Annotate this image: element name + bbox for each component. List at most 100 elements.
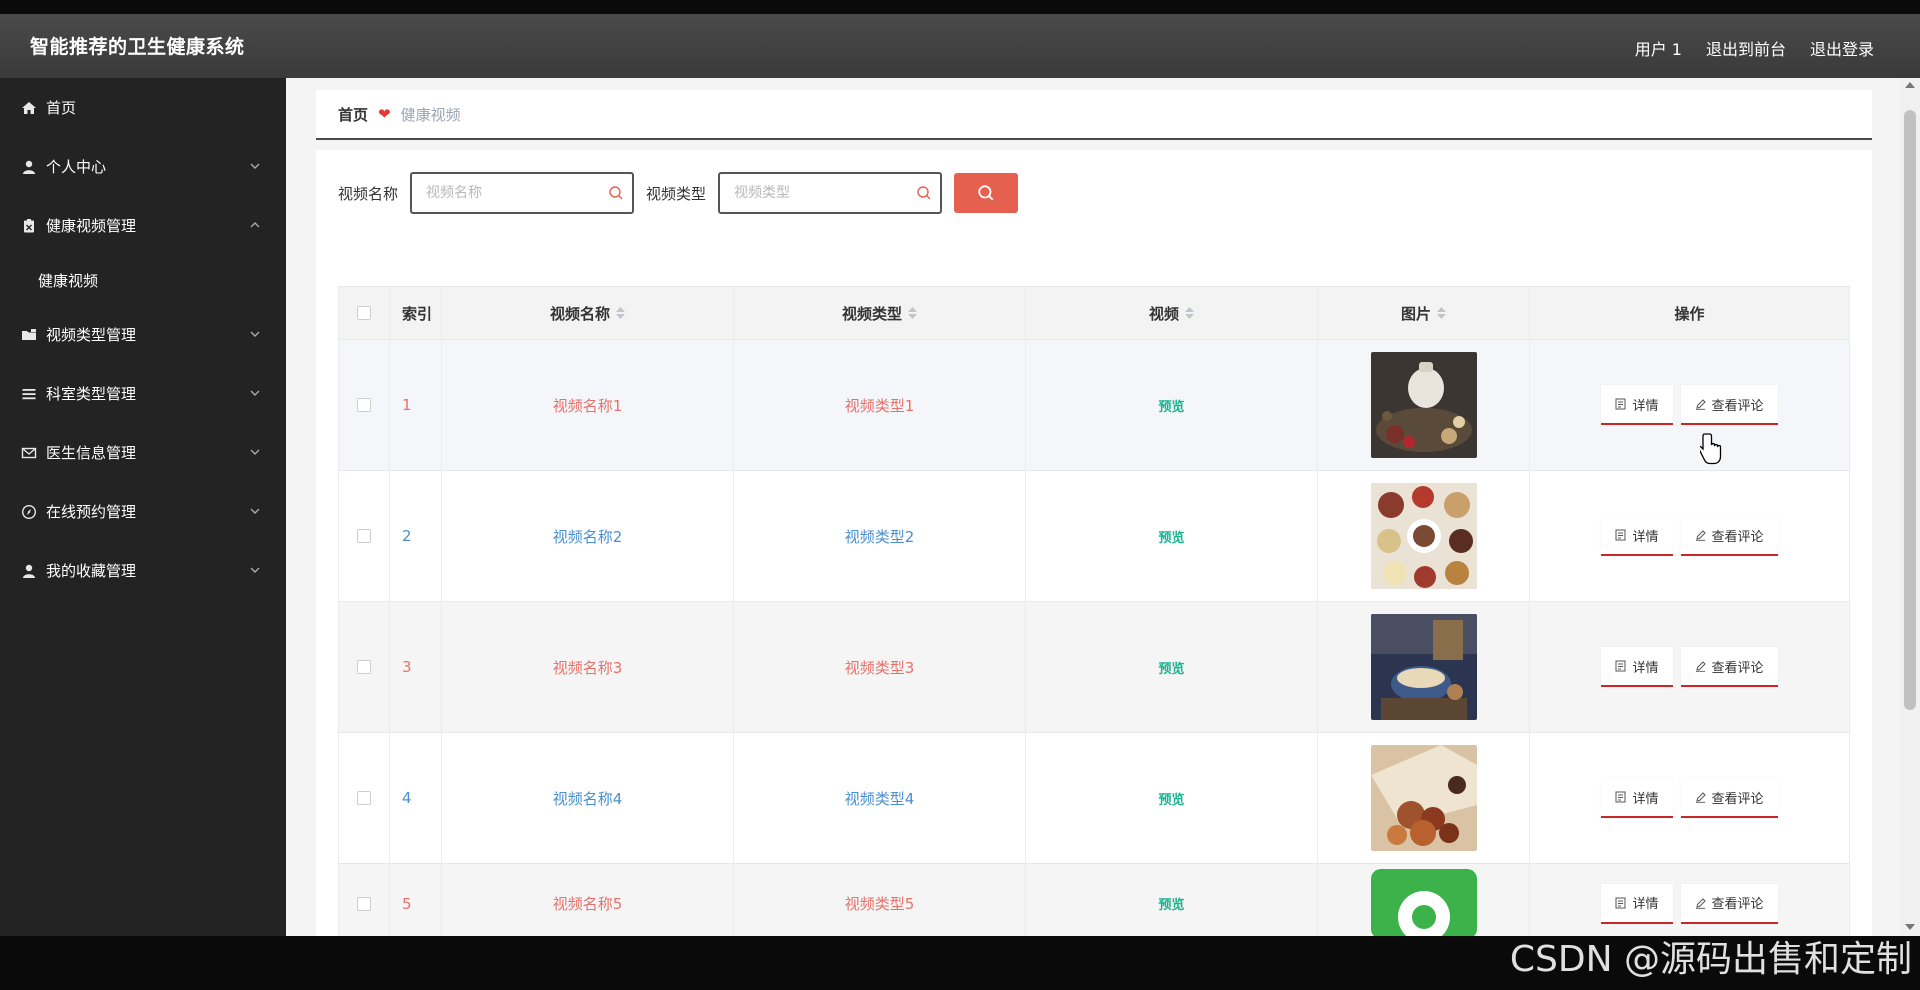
view-comments-button[interactable]: 查看评论 (1680, 385, 1778, 425)
search-icon (978, 185, 994, 201)
header-label: 视频 (1148, 304, 1179, 323)
row-checkbox[interactable] (357, 896, 371, 911)
video-type-search-box (718, 172, 943, 214)
row-image-cell (1318, 733, 1530, 863)
hand-pointer-icon (1700, 433, 1722, 465)
sidebar-item-health-video-mgmt[interactable]: 健康视频管理 (0, 196, 286, 255)
row-check-cell (338, 340, 390, 470)
row-video-name: 视频名称2 (442, 471, 734, 601)
thumbnail-image[interactable] (1370, 868, 1477, 937)
row-video-type: 视频类型4 (734, 733, 1026, 863)
view-comments-button[interactable]: 查看评论 (1680, 516, 1778, 556)
sidebar-item-video-type-mgmt[interactable]: 视频类型管理 (0, 305, 286, 364)
header-label: 视频名称 (549, 304, 610, 323)
chevron-down-icon (250, 390, 260, 396)
thumbnail-image[interactable] (1370, 745, 1477, 851)
detail-button[interactable]: 详情 (1601, 516, 1673, 556)
compass-icon (20, 503, 38, 521)
table-row: 2 视频名称2 视频类型2 预览 详情 查看评论 (338, 471, 1850, 602)
row-checkbox[interactable] (357, 660, 371, 674)
detail-button[interactable]: 详情 (1601, 647, 1673, 687)
user-icon (20, 158, 38, 176)
screen-frame: 智能推荐的卫生健康系统 用户 1 退出到前台 退出登录 首页 个人中心 健康视频… (0, 0, 1920, 990)
preview-link[interactable]: 预览 (1158, 894, 1184, 913)
row-index: 5 (390, 864, 442, 936)
row-index: 2 (390, 471, 442, 601)
select-all-checkbox[interactable] (357, 306, 371, 320)
row-ops-cell: 详情 查看评论 (1530, 733, 1850, 863)
detail-button[interactable]: 详情 (1601, 385, 1673, 425)
detail-label: 详情 (1632, 660, 1659, 676)
row-check-cell (338, 471, 390, 601)
row-check-cell (338, 864, 390, 936)
sidebar-item-online-booking-mgmt[interactable]: 在线预约管理 (0, 482, 286, 541)
row-video-type: 视频类型2 (734, 471, 1026, 601)
row-checkbox[interactable] (357, 529, 371, 543)
folder-icon (20, 326, 38, 344)
search-button[interactable] (954, 173, 1019, 213)
chevron-down-icon (250, 331, 260, 337)
table-row: 3 视频名称3 视频类型3 预览 详情 查看评论 (338, 602, 1850, 733)
video-name-label: 视频名称 (338, 184, 399, 203)
top-nav: 用户 1 退出到前台 退出登录 (1635, 36, 1874, 60)
sidebar-item-dept-type-mgmt[interactable]: 科室类型管理 (0, 364, 286, 423)
table-row: 4 视频名称4 视频类型4 预览 详情 查看评论 (338, 733, 1850, 864)
thumbnail-image[interactable] (1370, 483, 1477, 589)
view-comments-button[interactable]: 查看评论 (1680, 883, 1778, 924)
chevron-down-icon (250, 508, 260, 514)
sidebar-item-home[interactable]: 首页 (0, 78, 286, 137)
header-video-name[interactable]: 视频名称 (442, 287, 734, 339)
sidebar-item-personal-center[interactable]: 个人中心 (0, 137, 286, 196)
sidebar-subitem-label: 健康视频 (38, 271, 99, 290)
row-checkbox[interactable] (357, 398, 371, 412)
scrollbar-thumb[interactable] (1904, 110, 1916, 710)
thumbnail-image[interactable] (1370, 614, 1477, 720)
sidebar-subitem-health-video[interactable]: 健康视频 (0, 255, 286, 305)
row-image-cell (1318, 864, 1530, 936)
video-type-input[interactable] (720, 174, 941, 212)
row-video-name: 视频名称3 (442, 602, 734, 732)
header-operations: 操作 (1530, 287, 1850, 339)
detail-label: 详情 (1632, 897, 1659, 912)
video-name-input[interactable] (412, 174, 633, 212)
sidebar-item-favorites-mgmt[interactable]: 我的收藏管理 (0, 541, 286, 600)
sort-icon (1437, 307, 1446, 319)
preview-link[interactable]: 预览 (1158, 396, 1184, 415)
logout-link[interactable]: 退出登录 (1810, 36, 1874, 60)
row-ops-cell: 详情 查看评论 (1530, 471, 1850, 601)
view-comments-button[interactable]: 查看评论 (1680, 647, 1778, 687)
table-row: 5 视频名称5 视频类型5 预览 详情 查看评论 (338, 864, 1850, 936)
preview-link[interactable]: 预览 (1158, 527, 1184, 546)
page-scrollbar[interactable] (1900, 78, 1920, 936)
sidebar-item-label: 健康视频管理 (46, 217, 137, 235)
current-user-label[interactable]: 用户 1 (1635, 36, 1682, 60)
scroll-up-arrow-icon[interactable] (1905, 82, 1915, 88)
header-video[interactable]: 视频 (1026, 287, 1318, 339)
top-bar: 智能推荐的卫生健康系统 用户 1 退出到前台 退出登录 (0, 14, 1920, 78)
detail-button[interactable]: 详情 (1601, 778, 1673, 818)
row-video-type: 视频类型3 (734, 602, 1026, 732)
row-video-cell: 预览 (1026, 733, 1318, 863)
document-icon (1615, 398, 1626, 410)
row-video-type: 视频类型5 (734, 864, 1026, 936)
sidebar-item-doctor-info-mgmt[interactable]: 医生信息管理 (0, 423, 286, 482)
breadcrumb: 首页 ❤ 健康视频 (316, 90, 1872, 140)
video-name-search-box (410, 172, 635, 214)
breadcrumb-current: 健康视频 (400, 105, 461, 124)
home-icon (20, 99, 38, 117)
detail-button[interactable]: 详情 (1601, 883, 1673, 924)
thumbnail-image[interactable] (1370, 352, 1477, 458)
preview-link[interactable]: 预览 (1158, 789, 1184, 808)
exit-to-front-link[interactable]: 退出到前台 (1706, 36, 1786, 60)
sort-icon (616, 307, 625, 319)
row-image-cell (1318, 602, 1530, 732)
row-checkbox[interactable] (357, 791, 371, 805)
document-icon (1615, 897, 1626, 908)
header-video-type[interactable]: 视频类型 (734, 287, 1026, 339)
preview-link[interactable]: 预览 (1158, 658, 1184, 677)
edit-icon (1695, 530, 1706, 541)
view-comments-button[interactable]: 查看评论 (1680, 778, 1778, 818)
row-video-name: 视频名称5 (442, 864, 734, 936)
breadcrumb-home[interactable]: 首页 (338, 104, 368, 125)
header-image[interactable]: 图片 (1318, 287, 1530, 339)
